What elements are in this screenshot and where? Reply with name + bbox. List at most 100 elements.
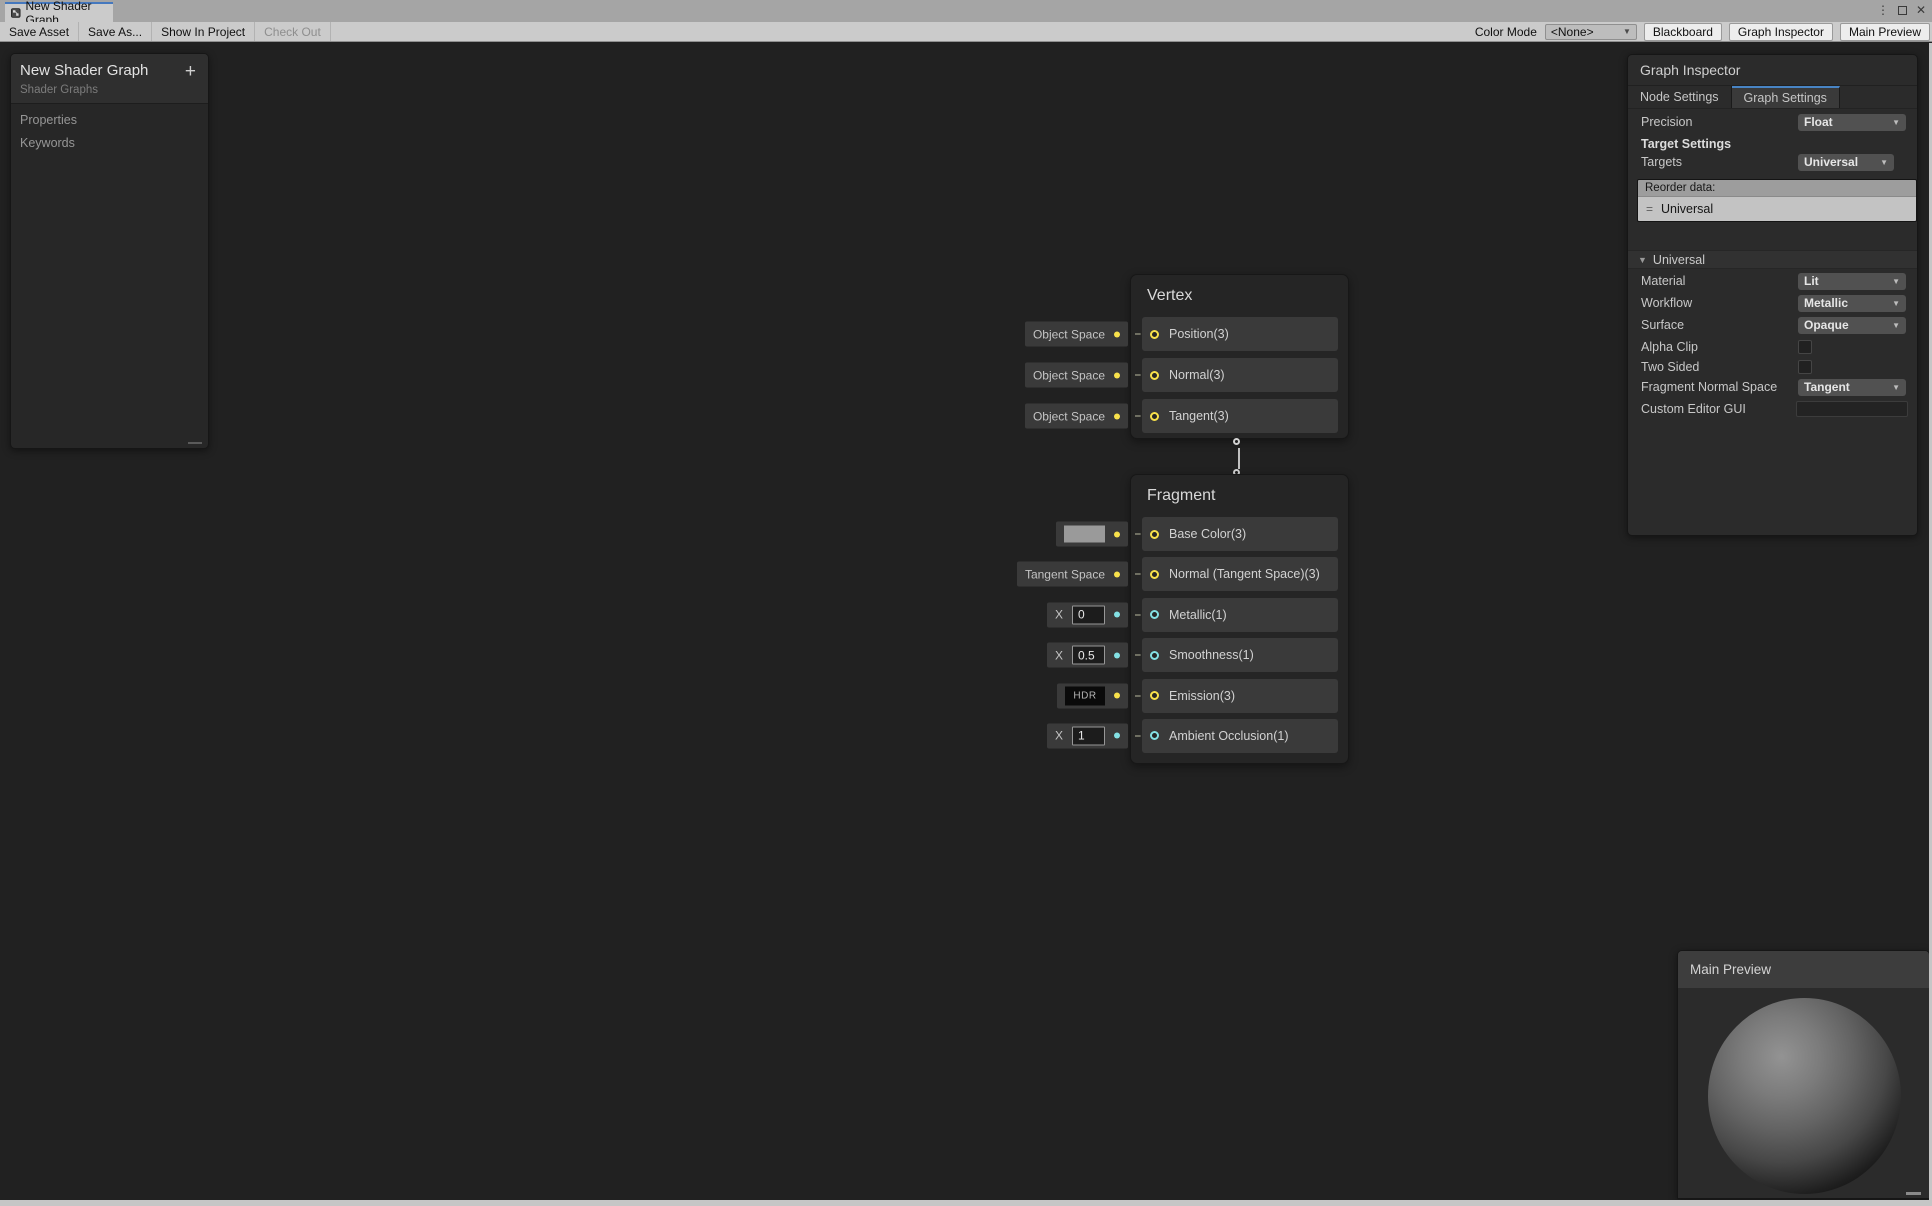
- fragment-port-row-ambient-occlusion: X 1 Ambient Occlusion(1): [1142, 719, 1338, 753]
- show-in-project-button[interactable]: Show In Project: [152, 22, 255, 41]
- shader-graph-toolbar: Save Asset Save As... Show In Project Ch…: [0, 22, 1932, 42]
- connector-dot-icon: [1114, 531, 1120, 537]
- graph-inspector-title: Graph Inspector: [1628, 55, 1917, 86]
- save-as-button[interactable]: Save As...: [79, 22, 152, 41]
- window-close-icon[interactable]: ✕: [1916, 3, 1926, 17]
- add-property-button[interactable]: +: [185, 62, 196, 81]
- ambient-occlusion-port-icon[interactable]: [1150, 731, 1159, 740]
- smoothness-value-field[interactable]: 0.5: [1072, 646, 1105, 665]
- tab-new-shader-graph[interactable]: New Shader Graph: [5, 2, 113, 22]
- port-slot[interactable]: Normal(3): [1142, 358, 1338, 392]
- vertex-out-port-icon[interactable]: [1233, 438, 1240, 445]
- emission-port-icon[interactable]: [1150, 691, 1159, 700]
- main-preview-resize-handle[interactable]: [1906, 1192, 1921, 1195]
- blackboard-panel[interactable]: New Shader Graph Shader Graphs + Propert…: [10, 53, 209, 449]
- ambient-occlusion-value-field[interactable]: 1: [1072, 726, 1105, 745]
- shader-graph-asset-icon: [11, 7, 21, 19]
- custom-editor-gui-field[interactable]: [1796, 401, 1908, 417]
- window-maximize-icon[interactable]: [1898, 6, 1907, 15]
- port-slot[interactable]: Ambient Occlusion(1): [1142, 719, 1338, 753]
- blackboard-section-keywords[interactable]: Keywords: [11, 127, 208, 150]
- surface-row: Surface Opaque ▼: [1628, 316, 1917, 334]
- reorder-list-header: Reorder data:: [1638, 180, 1916, 196]
- window-menu-icon[interactable]: ⋮: [1877, 3, 1889, 17]
- targets-dropdown[interactable]: Universal ▼: [1798, 154, 1894, 171]
- port-slot[interactable]: Position(3): [1142, 317, 1338, 351]
- alpha-clip-checkbox[interactable]: [1798, 340, 1812, 354]
- port-slot[interactable]: Metallic(1): [1142, 598, 1338, 632]
- two-sided-checkbox[interactable]: [1798, 360, 1812, 374]
- blackboard-resize-handle[interactable]: [188, 442, 202, 444]
- drag-handle-icon[interactable]: =: [1646, 202, 1653, 216]
- fragment-port-row-normal: Tangent Space Normal (Tangent Space)(3): [1142, 557, 1338, 591]
- inspector-tabs: Node Settings Graph Settings: [1628, 86, 1917, 109]
- vertex-node[interactable]: Vertex Object Space Position(3) Object S…: [1130, 274, 1349, 439]
- position-port-icon[interactable]: [1150, 330, 1159, 339]
- blackboard-header: New Shader Graph Shader Graphs +: [11, 54, 208, 104]
- vertex-port-row-normal: Object Space Normal(3): [1142, 358, 1338, 392]
- port-slot[interactable]: Tangent(3): [1142, 399, 1338, 433]
- preview-sphere[interactable]: [1708, 998, 1901, 1194]
- graph-inspector-toggle-button[interactable]: Graph Inspector: [1729, 23, 1833, 41]
- color-swatch[interactable]: [1064, 526, 1105, 543]
- blackboard-subtitle: Shader Graphs: [20, 84, 198, 96]
- blackboard-section-properties[interactable]: Properties: [11, 104, 208, 127]
- material-row: Material Lit ▼: [1628, 272, 1917, 290]
- main-preview-panel[interactable]: Main Preview: [1677, 950, 1930, 1199]
- normal-port-icon[interactable]: [1150, 371, 1159, 380]
- normal-space-chip[interactable]: Object Space: [1025, 363, 1128, 388]
- vertex-port-row-position: Object Space Position(3): [1142, 317, 1338, 351]
- tangent-space-chip[interactable]: Object Space: [1025, 404, 1128, 429]
- fragment-port-row-emission: HDR Emission(3): [1142, 679, 1338, 713]
- tangent-port-icon[interactable]: [1150, 412, 1159, 421]
- target-settings-header-row: Target Settings: [1628, 135, 1917, 153]
- main-preview-toggle-button[interactable]: Main Preview: [1840, 23, 1930, 41]
- precision-row: Precision Float ▼: [1628, 113, 1917, 131]
- foldout-arrow-icon: ▼: [1638, 255, 1647, 265]
- position-space-chip[interactable]: Object Space: [1025, 322, 1128, 347]
- window-border-bottom: [0, 1200, 1932, 1206]
- vertex-fragment-edge: [1238, 448, 1240, 469]
- targets-row: Targets Universal ▼: [1628, 153, 1917, 171]
- color-mode-label: Color Mode: [1471, 25, 1541, 39]
- metallic-port-icon[interactable]: [1150, 610, 1159, 619]
- emission-color-widget: HDR: [1057, 683, 1128, 708]
- graph-inspector-panel[interactable]: Graph Inspector Node Settings Graph Sett…: [1627, 54, 1918, 536]
- port-slot[interactable]: Base Color(3): [1142, 517, 1338, 551]
- metallic-value-field[interactable]: 0: [1072, 605, 1105, 624]
- material-dropdown[interactable]: Lit ▼: [1798, 273, 1906, 290]
- workflow-dropdown[interactable]: Metallic ▼: [1798, 295, 1906, 312]
- two-sided-row: Two Sided: [1628, 358, 1917, 376]
- normal-space-chip[interactable]: Tangent Space: [1017, 562, 1128, 587]
- surface-dropdown[interactable]: Opaque ▼: [1798, 317, 1906, 334]
- reorder-item-universal[interactable]: = Universal: [1638, 196, 1916, 221]
- tab-graph-settings[interactable]: Graph Settings: [1732, 86, 1840, 108]
- blackboard-title: New Shader Graph: [20, 62, 198, 79]
- fragment-node[interactable]: Fragment Base Color(3) Tangent Space: [1130, 474, 1349, 764]
- vertex-node-title: Vertex: [1131, 275, 1348, 305]
- port-slot[interactable]: Smoothness(1): [1142, 638, 1338, 672]
- fragment-normal-space-row: Fragment Normal Space Tangent ▼: [1628, 378, 1917, 396]
- save-asset-button[interactable]: Save Asset: [0, 22, 79, 41]
- connector-dot-icon: [1114, 733, 1120, 739]
- universal-foldout[interactable]: ▼ Universal: [1628, 250, 1917, 269]
- x-component-label: X: [1055, 729, 1063, 743]
- precision-dropdown[interactable]: Float ▼: [1798, 114, 1906, 131]
- color-mode-dropdown[interactable]: <None> ▼: [1545, 24, 1637, 40]
- tab-node-settings[interactable]: Node Settings: [1628, 86, 1732, 108]
- base-color-port-icon[interactable]: [1150, 530, 1159, 539]
- x-component-label: X: [1055, 648, 1063, 662]
- fragment-normal-space-dropdown[interactable]: Tangent ▼: [1798, 379, 1906, 396]
- connector-dot-icon: [1114, 413, 1120, 419]
- fragment-port-row-metallic: X 0 Metallic(1): [1142, 598, 1338, 632]
- connector-dot-icon: [1114, 693, 1120, 699]
- port-slot[interactable]: Emission(3): [1142, 679, 1338, 713]
- base-color-widget[interactable]: [1056, 522, 1128, 547]
- fragment-node-title: Fragment: [1131, 475, 1348, 505]
- blackboard-toggle-button[interactable]: Blackboard: [1644, 23, 1722, 41]
- hdr-color-swatch[interactable]: HDR: [1065, 686, 1105, 705]
- fragment-port-row-smoothness: X 0.5 Smoothness(1): [1142, 638, 1338, 672]
- smoothness-port-icon[interactable]: [1150, 651, 1159, 660]
- port-slot[interactable]: Normal (Tangent Space)(3): [1142, 557, 1338, 591]
- normal-port-icon[interactable]: [1150, 570, 1159, 579]
